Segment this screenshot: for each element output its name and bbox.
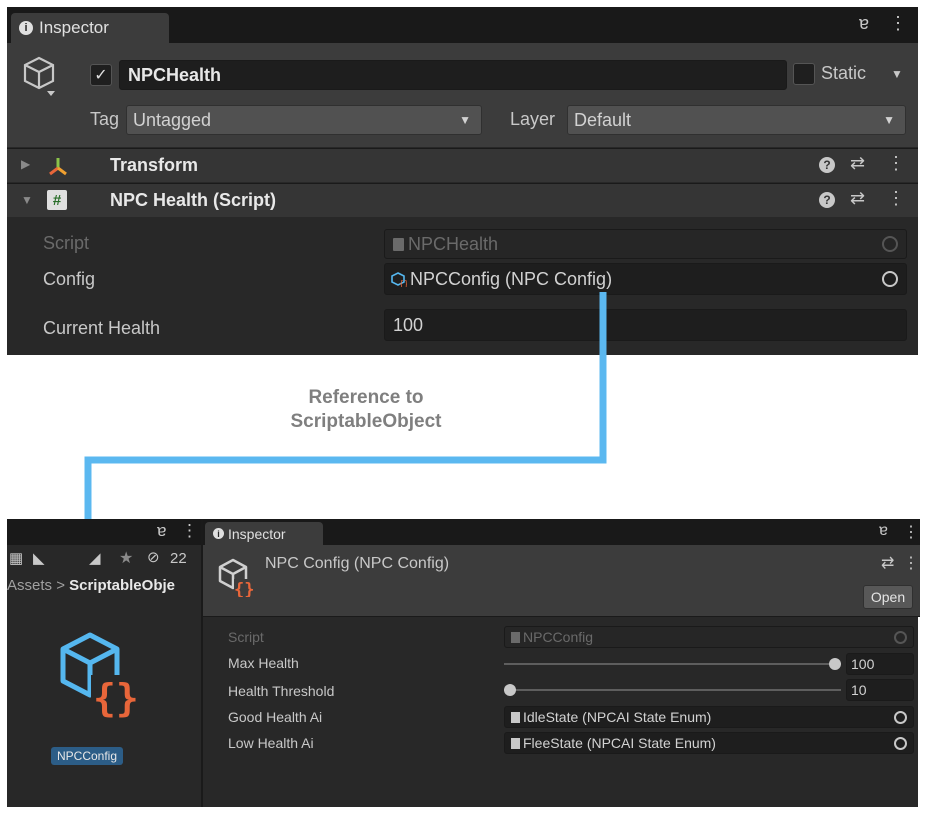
max-health-slider[interactable] — [504, 653, 841, 675]
lock-icon[interactable]: ɐ — [157, 521, 166, 541]
max-health-label: Max Health — [228, 655, 299, 671]
asset-name: NPCConfig — [57, 749, 118, 763]
favorite-star-icon[interactable]: ★ — [119, 548, 133, 568]
lock-icon[interactable]: ɐ — [879, 522, 888, 540]
project-panel: ɐ ⋮ ▦ ◣ ◢ ★ ⊘ 22 Assets > ScriptableObje… — [7, 519, 201, 807]
kebab-menu-icon[interactable]: ⋮ — [181, 521, 198, 541]
svg-text:{}: {} — [93, 676, 139, 720]
script-value: NPCConfig — [523, 629, 594, 645]
filter-by-type-icon[interactable]: ▦ — [9, 549, 23, 567]
script-field-label: Script — [228, 629, 264, 645]
max-health-input[interactable]: 100 — [846, 653, 914, 675]
kebab-menu-icon[interactable]: ⋮ — [903, 553, 919, 573]
breadcrumb-separator: > — [56, 577, 65, 594]
svg-text:{}: {} — [234, 580, 254, 597]
health-threshold-value: 10 — [851, 682, 867, 698]
low-health-ai-label: Low Health Ai — [228, 735, 314, 751]
script-object-field: NPCConfig — [504, 626, 914, 648]
object-picker-icon[interactable] — [894, 736, 907, 750]
breadcrumb-root[interactable]: Assets — [7, 577, 52, 594]
hidden-count: 22 — [170, 550, 187, 567]
good-health-ai-field[interactable]: IdleState (NPCAI State Enum) — [504, 706, 914, 728]
scriptableobject-asset-icon[interactable]: {} — [57, 631, 143, 721]
max-health-value: 100 — [851, 656, 875, 672]
asset-file-icon — [511, 737, 520, 749]
inspector-tab-bar: i Inspector ɐ ⋮ — [203, 519, 920, 545]
low-health-ai-field[interactable]: FleeState (NPCAI State Enum) — [504, 732, 914, 754]
kebab-menu-icon[interactable]: ⋮ — [903, 522, 919, 542]
slider-thumb[interactable] — [504, 684, 516, 696]
health-threshold-input[interactable]: 10 — [846, 679, 914, 701]
project-toolbar: ɐ ⋮ — [7, 519, 201, 545]
object-picker-icon[interactable] — [894, 710, 907, 724]
bottom-inspector-window: i Inspector ɐ ⋮ {} NPC Config (NPC Confi… — [201, 519, 920, 807]
slider-thumb[interactable] — [829, 658, 841, 670]
project-icon-row: ▦ ◣ ◢ ★ ⊘ 22 — [7, 547, 201, 573]
asset-file-icon — [511, 711, 520, 723]
asset-title: NPC Config (NPC Config) — [265, 555, 450, 572]
info-icon: i — [213, 528, 224, 539]
tab-inspector[interactable]: i Inspector — [205, 522, 323, 545]
slider-track — [504, 663, 841, 665]
open-button-label: Open — [870, 589, 906, 605]
health-threshold-label: Health Threshold — [228, 683, 335, 699]
tag-icon[interactable]: ◢ — [89, 549, 101, 567]
open-button[interactable]: Open — [863, 585, 913, 609]
slider-track — [504, 689, 841, 691]
health-threshold-slider[interactable] — [504, 679, 841, 701]
tab-label: Inspector — [228, 525, 286, 542]
good-health-ai-label: Good Health Ai — [228, 709, 323, 725]
hidden-eye-icon[interactable]: ⊘ — [147, 548, 160, 566]
asset-name-label[interactable]: NPCConfig — [51, 747, 124, 765]
breadcrumb: Assets > ScriptableObje — [7, 577, 201, 599]
presets-icon[interactable]: ⇄ — [881, 553, 894, 573]
asset-header: {} NPC Config (NPC Config) ⇄ ⋮ Open — [203, 545, 920, 617]
good-health-ai-value: IdleState (NPCAI State Enum) — [523, 709, 712, 725]
object-picker-icon — [894, 630, 907, 644]
breadcrumb-folder[interactable]: ScriptableObje — [69, 577, 175, 594]
low-health-ai-value: FleeState (NPCAI State Enum) — [523, 735, 716, 751]
script-file-icon — [511, 631, 520, 643]
scriptableobject-icon: {} — [218, 558, 256, 597]
filter-by-label-icon[interactable]: ◣ — [33, 549, 45, 567]
